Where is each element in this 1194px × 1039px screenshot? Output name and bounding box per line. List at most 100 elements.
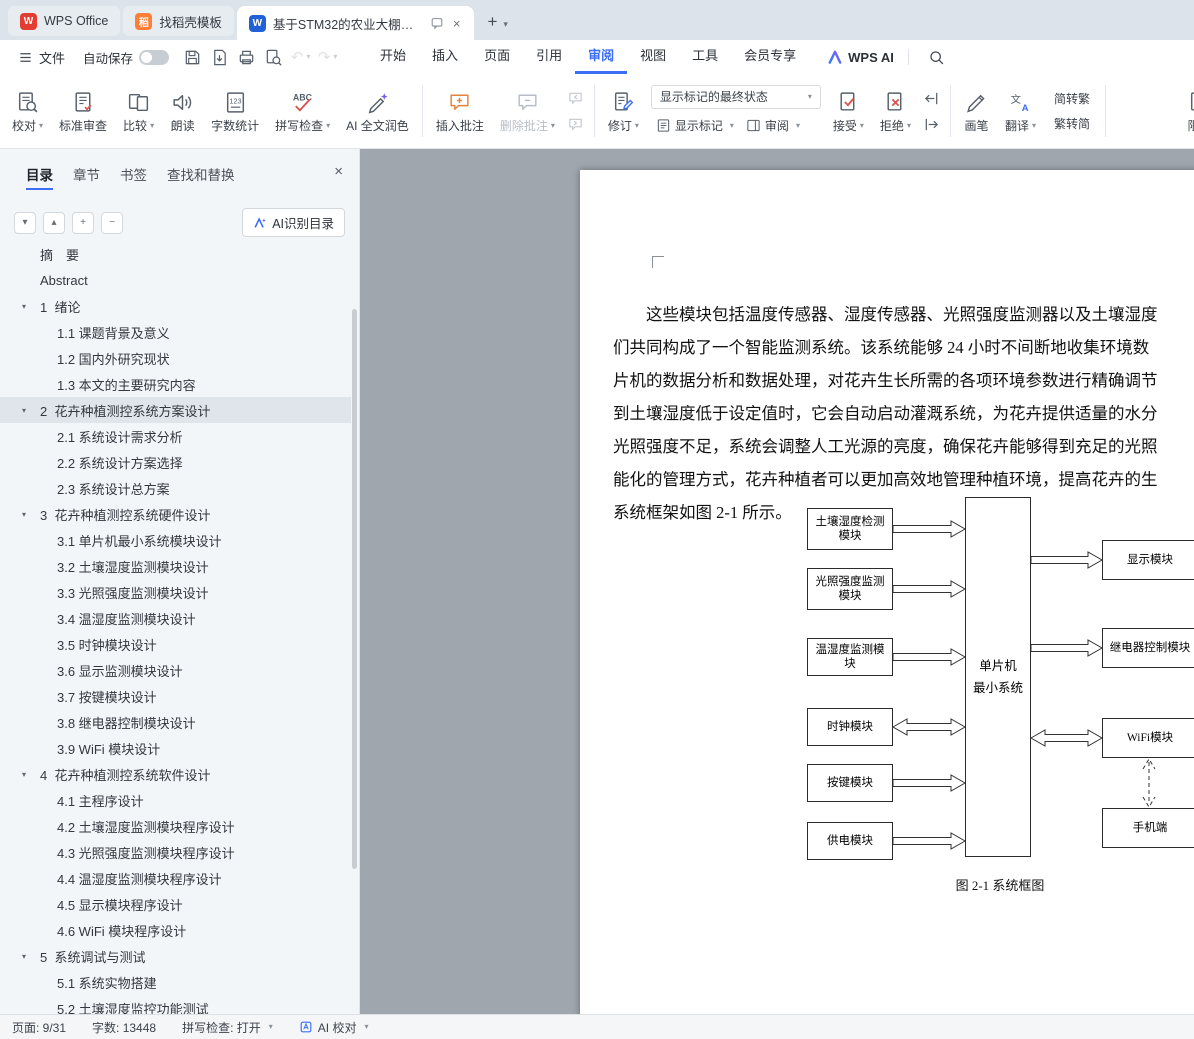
toc-item[interactable]: 2.2 系统设计方案选择 bbox=[0, 449, 351, 475]
brush-button[interactable]: 画笔 bbox=[956, 79, 997, 143]
toc-item[interactable]: 5.2 土壤湿度监控功能测试 bbox=[0, 995, 351, 1014]
toc-item[interactable]: 1.2 国内外研究现状 bbox=[0, 345, 351, 371]
toc-item[interactable]: 3.7 按键模块设计 bbox=[0, 683, 351, 709]
new-tab-button[interactable]: + bbox=[487, 12, 497, 32]
ai-recognize-toc-button[interactable]: AI识别目录 bbox=[242, 208, 345, 237]
translate-button[interactable]: 文A 翻译▾ bbox=[997, 79, 1044, 143]
tab-review[interactable]: 审阅 bbox=[575, 40, 627, 74]
toc-item[interactable]: ▾3 花卉种植测控系统硬件设计 bbox=[0, 501, 351, 527]
zoom-in-button[interactable]: + bbox=[72, 212, 94, 234]
toc-item[interactable]: 4.3 光照强度监测模块程序设计 bbox=[0, 839, 351, 865]
toc-item[interactable]: 3.6 显示监测模块设计 bbox=[0, 657, 351, 683]
toc-item[interactable]: 3.4 温湿度监测模块设计 bbox=[0, 605, 351, 631]
toc-item[interactable]: 3.1 单片机最小系统模块设计 bbox=[0, 527, 351, 553]
toc-item[interactable]: 1.1 课题背景及意义 bbox=[0, 319, 351, 345]
wps-ai-button[interactable]: WPS AI bbox=[827, 49, 894, 65]
tab-list-chevron-icon[interactable]: ▾ bbox=[503, 19, 508, 30]
tab-page[interactable]: 页面 bbox=[471, 40, 523, 74]
toc-item[interactable]: 3.2 土壤湿度监测模块设计 bbox=[0, 553, 351, 579]
collapse-arrow-icon[interactable]: ▾ bbox=[22, 302, 40, 311]
tab-insert[interactable]: 插入 bbox=[419, 40, 471, 74]
accept-button[interactable]: 接受▾ bbox=[825, 79, 872, 143]
tab-wps-home[interactable]: W WPS Office bbox=[8, 6, 120, 36]
tab-chapters[interactable]: 章节 bbox=[73, 164, 100, 184]
delete-comment-button[interactable]: 删除批注▾ bbox=[492, 79, 563, 143]
toc-item[interactable]: 1.3 本文的主要研究内容 bbox=[0, 371, 351, 397]
toc-item[interactable]: 5.1 系统实物搭建 bbox=[0, 969, 351, 995]
toc-item[interactable]: 3.8 继电器控制模块设计 bbox=[0, 709, 351, 735]
toc-item[interactable]: 2.3 系统设计总方案 bbox=[0, 475, 351, 501]
proofread-button[interactable]: 校对▾ bbox=[4, 79, 51, 143]
previous-comment-button[interactable] bbox=[565, 87, 587, 109]
restrict-edit-button[interactable]: 限制 bbox=[1179, 79, 1194, 143]
collapse-arrow-icon[interactable]: ▾ bbox=[22, 770, 40, 779]
document-canvas[interactable]: 这些模块包括温度传感器、湿度传感器、光照强度监测器以及土壤湿度 们共同构成了一个… bbox=[360, 149, 1194, 1014]
reject-button[interactable]: 拒绝▾ bbox=[872, 79, 919, 143]
toc-item[interactable]: 4.1 主程序设计 bbox=[0, 787, 351, 813]
toc-item[interactable]: 3.5 时钟模块设计 bbox=[0, 631, 351, 657]
tab-view[interactable]: 视图 bbox=[627, 40, 679, 74]
standard-review-button[interactable]: 标准审查 bbox=[51, 79, 115, 143]
tab-reference[interactable]: 引用 bbox=[523, 40, 575, 74]
tab-current-document[interactable]: W 基于STM32的农业大棚环境监 × bbox=[237, 6, 475, 40]
zoom-out-button[interactable]: − bbox=[101, 212, 123, 234]
autosave-control[interactable]: 自动保存 bbox=[83, 48, 169, 67]
collapse-all-button[interactable]: ▴ bbox=[43, 212, 65, 234]
toc-item[interactable]: 2.1 系统设计需求分析 bbox=[0, 423, 351, 449]
toc-item[interactable]: 4.4 温湿度监测模块程序设计 bbox=[0, 865, 351, 891]
toc-item[interactable]: 4.5 显示模块程序设计 bbox=[0, 891, 351, 917]
close-tab-icon[interactable]: × bbox=[451, 16, 463, 31]
show-markup-button[interactable]: 显示标记 ▾ bbox=[651, 114, 739, 138]
to-traditional-button[interactable]: 简转繁 bbox=[1048, 89, 1096, 109]
next-change-button[interactable] bbox=[921, 113, 943, 135]
compare-button[interactable]: 比较▾ bbox=[115, 79, 162, 143]
ai-proofread-control[interactable]: AI 校对 ▾ bbox=[299, 1019, 369, 1036]
tab-tools[interactable]: 工具 bbox=[679, 40, 731, 74]
toc-item[interactable]: 3.3 光照强度监测模块设计 bbox=[0, 579, 351, 605]
spell-check-button[interactable]: ABC 拼写检查▾ bbox=[267, 79, 338, 143]
toc-item[interactable]: 摘 要 bbox=[0, 241, 351, 267]
tab-home[interactable]: 开始 bbox=[367, 40, 419, 74]
word-count-button[interactable]: 123 字数统计 bbox=[203, 79, 267, 143]
toc-item[interactable]: ▾4 花卉种植测控系统软件设计 bbox=[0, 761, 351, 787]
save-button[interactable] bbox=[179, 44, 206, 70]
spellcheck-indicator[interactable]: 拼写检查: 打开 ▾ bbox=[182, 1019, 273, 1036]
to-simplified-button[interactable]: 繁转简 bbox=[1048, 114, 1096, 134]
word-count-indicator[interactable]: 字数: 13448 bbox=[92, 1019, 156, 1036]
expand-all-button[interactable]: ▾ bbox=[14, 212, 36, 234]
tab-bookmarks[interactable]: 书签 bbox=[120, 164, 147, 184]
document-page[interactable]: 这些模块包括温度传感器、湿度传感器、光照强度监测器以及土壤湿度 们共同构成了一个… bbox=[580, 170, 1194, 1014]
toc-item[interactable]: 4.6 WiFi 模块程序设计 bbox=[0, 917, 351, 943]
redo-button[interactable]: ↷▾ bbox=[314, 44, 341, 70]
previous-change-button[interactable] bbox=[921, 87, 943, 109]
tab-toc[interactable]: 目录 bbox=[26, 164, 53, 190]
tab-find-replace[interactable]: 查找和替换 bbox=[167, 164, 235, 184]
tab-docer-templates[interactable]: 稻 找稻壳模板 bbox=[123, 6, 234, 36]
collapse-arrow-icon[interactable]: ▾ bbox=[22, 952, 40, 961]
page-indicator[interactable]: 页面: 9/31 bbox=[12, 1019, 66, 1036]
collapse-arrow-icon[interactable]: ▾ bbox=[22, 510, 40, 519]
toc-item-selected[interactable]: ▾2 花卉种植测控系统方案设计 bbox=[0, 397, 351, 423]
undo-button[interactable]: ↶▾ bbox=[287, 44, 314, 70]
markup-state-dropdown[interactable]: 显示标记的最终状态 ▾ bbox=[651, 85, 821, 109]
toc-item[interactable]: 4.2 土壤湿度监测模块程序设计 bbox=[0, 813, 351, 839]
print-button[interactable] bbox=[233, 44, 260, 70]
next-comment-button[interactable] bbox=[565, 113, 587, 135]
review-pane-button[interactable]: 审阅 ▾ bbox=[741, 114, 805, 138]
toc-item[interactable]: Abstract bbox=[0, 267, 351, 293]
chevron-down-icon[interactable]: ▾ bbox=[333, 53, 337, 61]
autosave-toggle[interactable] bbox=[139, 50, 169, 65]
track-changes-button[interactable]: 修订▾ bbox=[600, 79, 647, 143]
toc-item[interactable]: 3.9 WiFi 模块设计 bbox=[0, 735, 351, 761]
ai-polish-button[interactable]: AI 全文润色 bbox=[338, 79, 417, 143]
file-menu-button[interactable]: 文件 bbox=[10, 48, 73, 67]
print-preview-button[interactable] bbox=[260, 44, 287, 70]
collapse-arrow-icon[interactable]: ▾ bbox=[22, 406, 40, 415]
chevron-down-icon[interactable]: ▾ bbox=[306, 53, 310, 61]
tab-member[interactable]: 会员专享 bbox=[731, 40, 809, 74]
insert-comment-button[interactable]: 插入批注 bbox=[428, 79, 492, 143]
toc-item[interactable]: ▾1 绪论 bbox=[0, 293, 351, 319]
export-pdf-button[interactable] bbox=[206, 44, 233, 70]
toc-item[interactable]: ▾5 系统调试与测试 bbox=[0, 943, 351, 969]
sidebar-scrollbar[interactable] bbox=[352, 309, 357, 869]
